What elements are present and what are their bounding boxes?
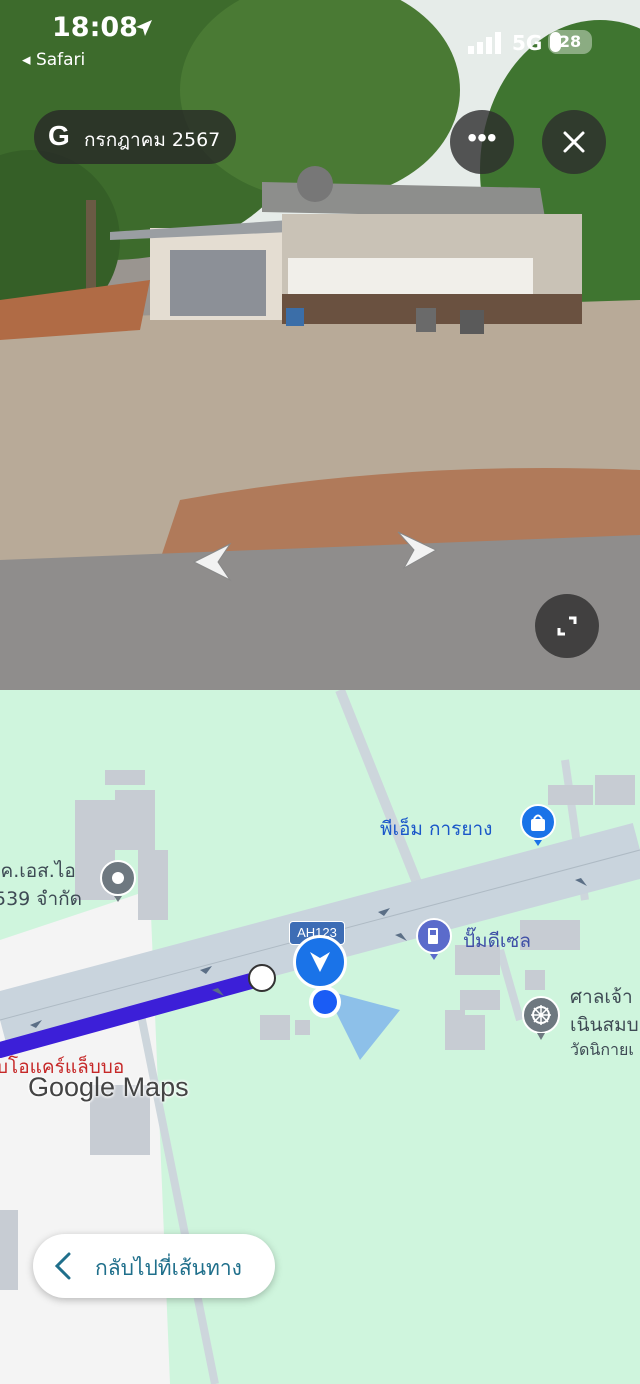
google-maps-logo: Google Maps (28, 1072, 189, 1103)
place-name: เนินสมบ (570, 1014, 639, 1036)
street-view-image (0, 0, 640, 690)
place-label: วัดนิกายเ (570, 1038, 634, 1063)
battery-icon: 28 (548, 30, 592, 54)
place-label: 539 จำกัด (0, 884, 82, 914)
navigation-arrow-icon (310, 952, 330, 972)
status-time: 18:08 (52, 12, 138, 43)
imagery-date-pill[interactable]: G กรกฎาคม 2567 (34, 110, 236, 164)
location-arrow-icon (136, 20, 152, 36)
pin-icon[interactable] (100, 860, 136, 902)
navigation-marker[interactable] (293, 935, 347, 989)
map-view[interactable]: AH123 พีเอ็ม การยาง ปั๊มดีเซล ศาลเจ้า เน… (0, 690, 640, 1384)
brand-label: Google Maps (28, 1072, 189, 1102)
navigate-right-arrow[interactable] (392, 528, 442, 572)
street-view-panorama[interactable]: 18:08 ◂ Safari 5G 28 G กรกฎาคม 2567 ••• (0, 0, 640, 690)
place-name: วัดนิกายเ (570, 1040, 634, 1059)
google-g-icon: G (48, 120, 70, 151)
place-name: เค.เอส.ไอ (0, 860, 76, 882)
imagery-date: กรกฎาคม 2567 (84, 129, 221, 151)
place-name: ศาลเจ้า (570, 986, 633, 1008)
wheel-icon[interactable] (522, 996, 560, 1040)
back-to-route-label: กลับไปที่เส้นทาง (95, 1256, 242, 1280)
more-button[interactable]: ••• (450, 110, 514, 174)
network-type: 5G (512, 31, 543, 55)
place-label[interactable]: ศาลเจ้า (570, 982, 633, 1012)
place-label[interactable]: ปั๊มดีเซล (463, 926, 531, 956)
status-bar: 18:08 ◂ Safari 5G 28 (0, 0, 640, 80)
back-to-safari[interactable]: ◂ Safari (22, 50, 85, 70)
close-icon (563, 131, 585, 153)
expand-icon (557, 616, 577, 636)
close-button[interactable] (542, 110, 606, 174)
place-name: พีเอ็ม การยาง (380, 818, 493, 840)
place-label[interactable]: พีเอ็ม การยาง (380, 814, 492, 844)
signal-icon (468, 32, 501, 54)
fuel-icon[interactable] (416, 918, 452, 960)
navigate-left-arrow[interactable] (188, 540, 238, 584)
place-name: ปั๊มดีเซล (463, 930, 531, 952)
place-label[interactable]: เค.เอส.ไอ (0, 856, 76, 886)
more-icon: ••• (467, 122, 497, 153)
chevron-left-icon (54, 1252, 71, 1280)
shopping-bag-icon[interactable] (520, 804, 556, 846)
place-name: 539 จำกัด (0, 888, 82, 910)
place-label: เนินสมบ (570, 1010, 639, 1040)
back-to-route-button[interactable]: กลับไปที่เส้นทาง (33, 1234, 275, 1298)
expand-button[interactable] (535, 594, 599, 658)
battery-level: 28 (558, 32, 582, 51)
